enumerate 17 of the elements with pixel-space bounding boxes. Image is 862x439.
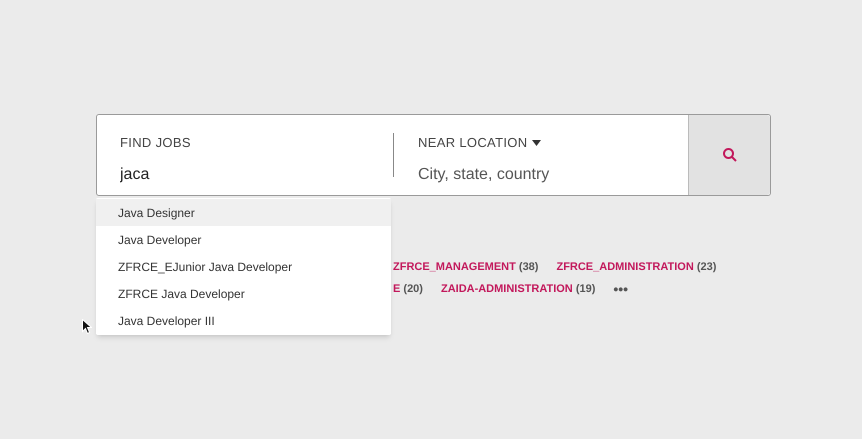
caret-icon bbox=[532, 140, 542, 146]
search-icon bbox=[722, 147, 738, 163]
suggestion-item[interactable]: ZFRCE Java Developer bbox=[96, 280, 391, 307]
near-location-dropdown[interactable]: NEAR LOCATION bbox=[418, 133, 542, 152]
category-tag[interactable]: E (20) bbox=[393, 280, 423, 298]
suggestion-item[interactable]: ZFRCE_EJunior Java Developer bbox=[96, 253, 391, 280]
suggestion-item[interactable]: Java Designer bbox=[96, 199, 391, 226]
cursor-icon bbox=[82, 319, 92, 334]
category-tag[interactable]: ZFRCE_MANAGEMENT (38) bbox=[393, 258, 538, 276]
suggestion-item[interactable]: Java Developer III bbox=[96, 307, 391, 334]
category-tag[interactable]: ZAIDA-ADMINISTRATION (19) bbox=[440, 280, 596, 298]
suggestion-item[interactable]: Java Developer bbox=[96, 226, 391, 253]
find-jobs-label: FIND JOBS bbox=[120, 134, 192, 152]
search-button[interactable] bbox=[688, 115, 770, 195]
location-field[interactable]: City, state, country bbox=[418, 162, 658, 186]
category-tag[interactable]: ZFRCE_ADMINISTRATION (23) bbox=[556, 258, 716, 276]
more-button[interactable]: ••• bbox=[613, 282, 628, 296]
